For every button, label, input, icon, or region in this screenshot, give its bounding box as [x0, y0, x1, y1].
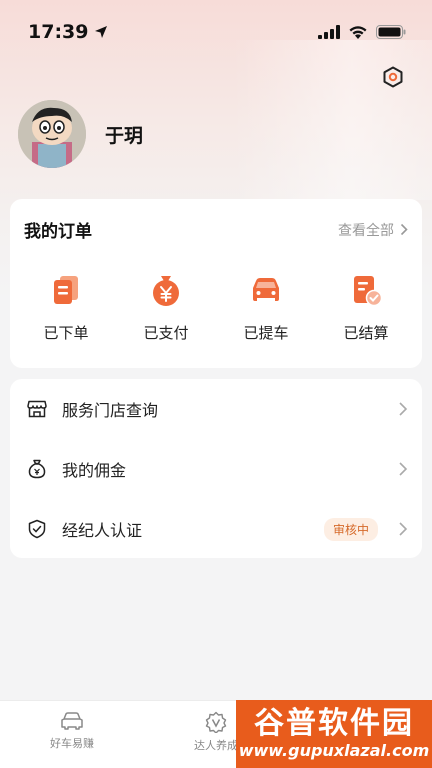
profile-section[interactable]: 于玥	[18, 100, 143, 168]
order-status-settled-label: 已结算	[343, 324, 389, 342]
username: 于玥	[105, 124, 144, 147]
orders-card: 我的订单 查看全部 已下单 已支付 已提车 已结算	[10, 199, 422, 368]
orders-title: 我的订单	[24, 222, 92, 242]
order-status-picked-up-label: 已提车	[243, 324, 289, 342]
header-light-decoration	[232, 40, 432, 200]
site-watermark: 谷普软件园 www.gupuxlazal.com	[236, 700, 432, 768]
money-bag-icon	[153, 276, 179, 306]
menu-card: 服务门店查询 我的佣金 经纪人认证 审核中	[10, 379, 422, 558]
chevron-right-icon	[399, 402, 408, 416]
battery-icon	[376, 25, 406, 39]
cartoon-avatar-image	[18, 100, 86, 168]
avatar[interactable]	[18, 100, 86, 168]
menu-item-label: 服务门店查询	[62, 401, 159, 420]
order-status-settled[interactable]: 已结算	[321, 272, 411, 343]
menu-item-commission[interactable]: 我的佣金	[10, 439, 422, 499]
orders-header: 我的订单 查看全部	[10, 199, 422, 242]
shield-check-icon	[26, 518, 48, 540]
order-status-paid-label: 已支付	[143, 324, 189, 342]
status-bar: 17:39	[0, 0, 432, 64]
badge-v-icon	[205, 711, 227, 733]
car-icon	[253, 278, 279, 301]
settled-doc-icon	[354, 276, 383, 307]
watermark-title: 谷普软件园	[254, 706, 414, 741]
view-all-label: 查看全部	[338, 222, 394, 239]
tab-good-car[interactable]: 好车易赚	[0, 701, 144, 768]
money-bag-icon	[26, 458, 48, 480]
view-all-orders-link[interactable]: 查看全部	[338, 220, 408, 240]
status-icons	[318, 25, 406, 40]
tab-label: 好车易赚	[50, 737, 94, 750]
review-status-badge: 审核中	[323, 517, 378, 541]
settings-icon[interactable]	[382, 66, 404, 88]
order-status-paid[interactable]: 已支付	[121, 272, 211, 343]
status-time: 17:39	[28, 21, 108, 43]
order-status-placed-label: 已下单	[43, 324, 89, 342]
location-arrow-icon	[95, 26, 108, 38]
car-icon	[61, 712, 83, 730]
chevron-right-icon	[399, 462, 408, 476]
menu-item-label: 经纪人认证	[62, 521, 143, 540]
menu-item-agent-certification[interactable]: 经纪人认证 审核中	[10, 499, 422, 559]
order-status-picked-up[interactable]: 已提车	[221, 272, 311, 343]
menu-item-label: 我的佣金	[62, 461, 127, 480]
chevron-right-icon	[399, 522, 408, 536]
order-status-placed[interactable]: 已下单	[21, 272, 111, 343]
watermark-url: www.gupuxlazal.com	[238, 741, 430, 760]
menu-item-store-query[interactable]: 服务门店查询	[10, 379, 422, 439]
signal-icon	[318, 25, 340, 39]
store-icon	[26, 398, 48, 420]
order-status-list: 已下单 已支付 已提车 已结算	[10, 272, 422, 343]
chevron-right-icon	[400, 223, 408, 236]
tab-label: 达人养成	[194, 739, 238, 752]
status-time-text: 17:39	[28, 21, 89, 43]
wifi-icon	[349, 25, 367, 39]
order-placed-icon	[54, 276, 78, 304]
